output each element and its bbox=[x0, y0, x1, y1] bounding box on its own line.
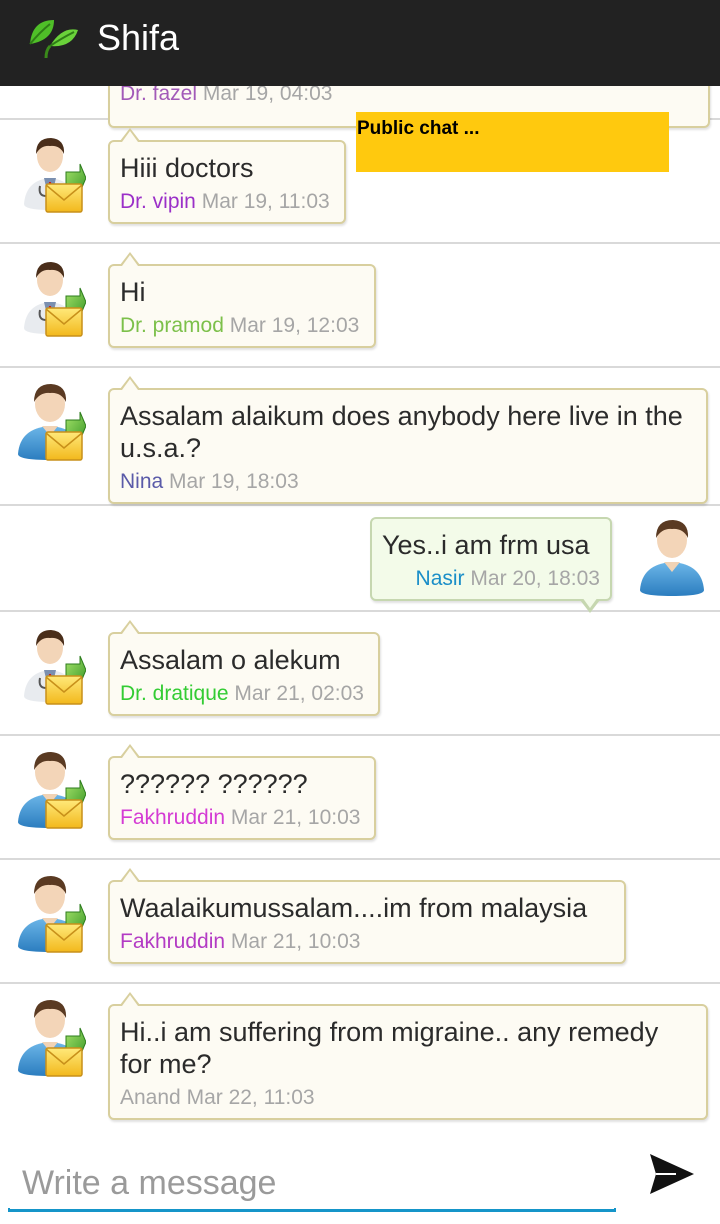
sender-name: Dr. fazel bbox=[120, 86, 198, 105]
sender-name: Nasir bbox=[415, 567, 465, 590]
message-bubble[interactable]: Hiii doctors Dr. vipin Mar 19, 11:03 bbox=[108, 128, 346, 224]
message-text: Hi..i am suffering from migraine.. any r… bbox=[120, 1017, 659, 1079]
message-bubble[interactable]: ?????? ?????? Fakhruddin Mar 21, 10:03 bbox=[108, 744, 376, 840]
doctor-avatar-icon[interactable] bbox=[14, 620, 86, 710]
message-bubble[interactable]: Assalam o alekum Dr. dratique Mar 21, 02… bbox=[108, 620, 380, 716]
list-item[interactable]: Hi..i am suffering from migraine.. any r… bbox=[0, 984, 720, 1126]
user-avatar-icon[interactable] bbox=[14, 868, 86, 958]
list-item[interactable]: Hi Dr. pramod Mar 19, 12:03 bbox=[0, 244, 720, 368]
user-avatar-icon[interactable] bbox=[14, 376, 86, 466]
sender-name: Fakhruddin bbox=[120, 930, 226, 953]
message-time: Mar 19, 18:03 bbox=[169, 470, 299, 493]
user-avatar-icon[interactable] bbox=[14, 992, 86, 1082]
doctor-avatar-icon[interactable] bbox=[14, 128, 86, 218]
message-time: Mar 21, 02:03 bbox=[234, 682, 364, 705]
sender-name: Dr. vipin bbox=[120, 190, 196, 213]
sender-name: Fakhruddin bbox=[120, 806, 226, 829]
message-text: ?????? ?????? bbox=[120, 769, 308, 799]
app-title: Shifa bbox=[97, 17, 180, 58]
message-composer bbox=[0, 1126, 720, 1224]
message-text: Hiii doctors bbox=[120, 153, 254, 183]
message-bubble[interactable]: Hi Dr. pramod Mar 19, 12:03 bbox=[108, 252, 376, 348]
message-list[interactable]: Dr. fazel Mar 19, 04:03 Hiii doctors Dr.… bbox=[0, 86, 720, 1126]
list-item[interactable]: Assalam alaikum does anybody here live i… bbox=[0, 368, 720, 506]
sender-name: Dr. pramod bbox=[120, 314, 224, 337]
message-text: Hi bbox=[120, 277, 146, 307]
action-bar: Shifa bbox=[0, 0, 720, 86]
message-time: Mar 20, 18:03 bbox=[470, 567, 600, 590]
sender-name: Anand bbox=[120, 1086, 181, 1109]
user-avatar-icon[interactable] bbox=[636, 512, 708, 602]
message-text: Assalam o alekum bbox=[120, 645, 341, 675]
message-time: Mar 21, 10:03 bbox=[230, 806, 361, 829]
message-time: Mar 19, 12:03 bbox=[229, 314, 360, 337]
send-icon[interactable] bbox=[646, 1148, 698, 1200]
message-time: Mar 21, 10:03 bbox=[230, 930, 361, 953]
list-item[interactable]: Waalaikumussalam....im from malaysia Fak… bbox=[0, 860, 720, 984]
public-chat-label: Public chat ... bbox=[356, 112, 669, 172]
input-underline bbox=[8, 1208, 616, 1212]
message-text: Waalaikumussalam....im from malaysia bbox=[120, 893, 588, 923]
message-time: Mar 22, 11:03 bbox=[186, 1086, 315, 1109]
leaf-icon[interactable] bbox=[24, 14, 80, 58]
message-text: Assalam alaikum does anybody here live i… bbox=[120, 401, 683, 463]
list-item[interactable]: ?????? ?????? Fakhruddin Mar 21, 10:03 bbox=[0, 736, 720, 860]
sender-name: Dr. dratique bbox=[120, 682, 229, 705]
message-bubble[interactable]: Assalam alaikum does anybody here live i… bbox=[108, 376, 708, 504]
doctor-avatar-icon[interactable] bbox=[14, 252, 86, 342]
message-bubble[interactable]: Hi..i am suffering from migraine.. any r… bbox=[108, 992, 708, 1120]
list-item[interactable]: Assalam o alekum Dr. dratique Mar 21, 02… bbox=[0, 612, 720, 736]
sender-name: Nina bbox=[120, 470, 164, 493]
message-text: Yes..i am frm usa bbox=[382, 530, 590, 560]
message-bubble[interactable]: Waalaikumussalam....im from malaysia Fak… bbox=[108, 868, 626, 964]
list-item[interactable]: Yes..i am frm usa Nasir Mar 20, 18:03 bbox=[0, 506, 720, 613]
user-avatar-icon[interactable] bbox=[14, 744, 86, 834]
message-time: Mar 19, 11:03 bbox=[201, 190, 330, 213]
message-time: Mar 19, 04:03 bbox=[202, 86, 333, 105]
message-input[interactable] bbox=[22, 1158, 614, 1208]
message-bubble[interactable]: Yes..i am frm usa Nasir Mar 20, 18:03 bbox=[370, 517, 612, 613]
